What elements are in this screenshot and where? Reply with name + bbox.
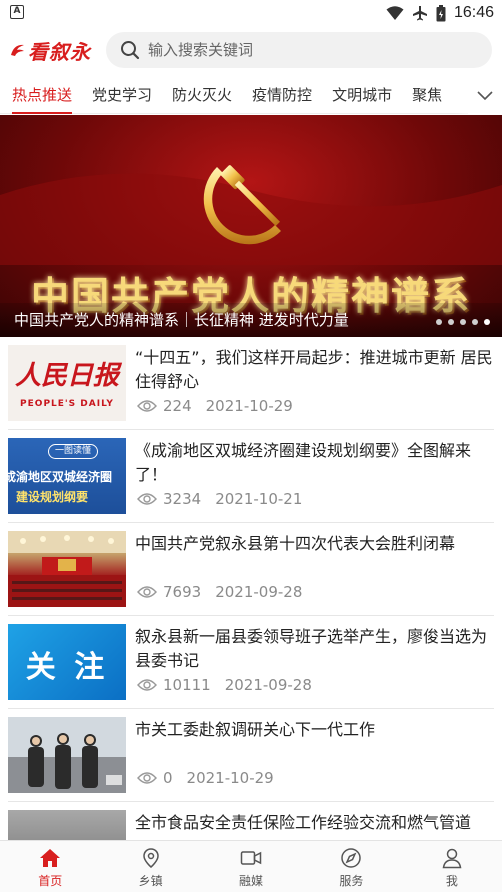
airplane-icon (412, 6, 427, 21)
search-input[interactable] (148, 41, 468, 59)
news-date: 2021-10-21 (215, 490, 303, 508)
carousel-indicator (436, 319, 490, 325)
news-date: 2021-10-29 (186, 769, 274, 787)
news-meta: 0 2021-10-29 (137, 769, 274, 787)
news-title: “十四五”，我们这样开局起步：推进城市更新 居民住得舒心 (135, 348, 493, 391)
logo-text: 看叙永 (28, 39, 91, 64)
news-item[interactable]: 关 注 叙永县新一届县委领导班子选举产生，廖俊当选为县委书记 10111 202… (8, 616, 494, 709)
location-pin-icon (142, 848, 159, 868)
carousel-dot[interactable] (436, 319, 442, 325)
chevron-down-icon (477, 91, 493, 101)
video-camera-icon (240, 851, 262, 865)
news-title: 中国共产党叙永县第十四次代表大会胜利闭幕 (135, 534, 456, 553)
search-bar[interactable] (106, 32, 492, 68)
user-icon (442, 848, 462, 869)
eye-icon (137, 679, 157, 691)
news-title: 《成渝地区双城经济圈建设规划纲要》全图解来了！ (135, 441, 472, 484)
thumb-focus-text: 关 注 (25, 650, 109, 685)
eye-icon (137, 400, 157, 412)
news-meta: 224 2021-10-29 (137, 397, 293, 415)
news-thumbnail: 一图读懂 成渝地区双城经济圈 建设规划纲要 (8, 438, 126, 514)
compass-icon (341, 848, 362, 868)
news-thumbnail (8, 531, 126, 607)
view-count: 224 (163, 397, 192, 415)
app-header: 看叙永 (0, 26, 502, 74)
thumb-logo-text: 人民日报 (14, 361, 119, 391)
news-thumbnail (8, 717, 126, 793)
status-time: 16:46 (453, 4, 494, 21)
news-meta: 7693 2021-09-28 (137, 583, 302, 601)
home-icon (40, 849, 61, 867)
news-title: 叙永县新一届县委领导班子选举产生，廖俊当选为县委书记 (135, 627, 488, 670)
banner-caption: 中国共产党人的精神谱系｜长征精神 进发时代力量 (0, 303, 502, 337)
news-thumbnail: 关 注 (8, 624, 126, 700)
news-title: 全市食品安全责任保险工作经验交流和燃气管道 (135, 813, 472, 832)
app-logo[interactable]: 看叙永 (10, 36, 91, 64)
banner-carousel[interactable]: 中国共产党人的精神谱系 中国共产党人的精神谱系｜长征精神 进发时代力量 (0, 115, 502, 337)
news-meta: 3234 2021-10-21 (137, 490, 302, 508)
carousel-dot[interactable] (460, 319, 466, 325)
tabs-expand-button[interactable] (468, 78, 502, 114)
thumb-tag: 一图读懂 (48, 444, 99, 459)
news-thumbnail: 人民日报 PEOPLE'S DAILY (8, 345, 126, 421)
party-emblem-image (0, 165, 502, 265)
nav-towns[interactable]: 乡镇 (100, 841, 200, 892)
view-count: 10111 (163, 676, 211, 694)
nav-label: 首页 (38, 874, 63, 888)
nav-label: 乡镇 (138, 874, 163, 888)
nav-me[interactable]: 我 (402, 841, 502, 892)
tab-fire-prevention[interactable]: 防火灭火 (162, 78, 242, 114)
nav-home[interactable]: 首页 (0, 841, 100, 892)
nav-services[interactable]: 服务 (301, 841, 401, 892)
bottom-navigation: 首页 乡镇 融媒 服务 我 (0, 840, 502, 892)
logo-mark-icon (11, 44, 24, 56)
eye-icon (137, 493, 157, 505)
news-list: 人民日报 PEOPLE'S DAILY “十四五”，我们这样开局起步：推进城市更… (0, 337, 502, 892)
people-photo-image (8, 717, 126, 793)
view-count: 0 (163, 769, 173, 787)
thumb-headline-2: 建设规划纲要 (16, 490, 89, 504)
news-item[interactable]: 一图读懂 成渝地区双城经济圈 建设规划纲要 《成渝地区双城经济圈建设规划纲要》全… (8, 430, 494, 523)
search-icon (121, 41, 140, 60)
nav-label: 服务 (339, 874, 364, 888)
wifi-icon (386, 6, 404, 20)
news-date: 2021-10-29 (205, 397, 293, 415)
eye-icon (137, 586, 157, 598)
news-item[interactable]: 人民日报 PEOPLE'S DAILY “十四五”，我们这样开局起步：推进城市更… (8, 337, 494, 430)
congress-hall-image (8, 531, 126, 607)
thumb-logo-subtext: PEOPLE'S DAILY (20, 399, 114, 409)
carousel-dot-active[interactable] (484, 319, 490, 325)
eye-icon (137, 772, 157, 784)
view-count: 7693 (163, 583, 202, 601)
news-date: 2021-09-28 (215, 583, 303, 601)
news-title: 市关工委赴叙调研关心下一代工作 (135, 720, 376, 739)
nav-media[interactable]: 融媒 (201, 841, 301, 892)
thumb-headline-1: 成渝地区双城经济圈 (8, 470, 113, 484)
status-icons: 16:46 (386, 3, 494, 23)
battery-icon (436, 4, 446, 21)
carousel-dot[interactable] (448, 319, 454, 325)
tab-focus[interactable]: 聚焦 (402, 78, 452, 114)
nav-label: 融媒 (239, 874, 264, 888)
tab-epidemic-control[interactable]: 疫情防控 (242, 78, 322, 114)
nav-label: 我 (445, 874, 458, 888)
tab-hot-push[interactable]: 热点推送 (0, 78, 82, 114)
tab-party-history[interactable]: 党史学习 (82, 78, 162, 114)
notification-a-icon: A (10, 5, 24, 19)
news-meta: 10111 2021-09-28 (137, 676, 312, 694)
status-bar: A 16:46 (0, 0, 502, 26)
news-item[interactable]: 市关工委赴叙调研关心下一代工作 0 2021-10-29 (8, 709, 494, 802)
view-count: 3234 (163, 490, 202, 508)
tab-civilized-city[interactable]: 文明城市 (322, 78, 402, 114)
carousel-dot[interactable] (472, 319, 478, 325)
news-date: 2021-09-28 (224, 676, 312, 694)
category-tabs: 热点推送 党史学习 防火灭火 疫情防控 文明城市 聚焦 (0, 78, 502, 114)
news-item[interactable]: 中国共产党叙永县第十四次代表大会胜利闭幕 7693 2021-09-28 (8, 523, 494, 616)
